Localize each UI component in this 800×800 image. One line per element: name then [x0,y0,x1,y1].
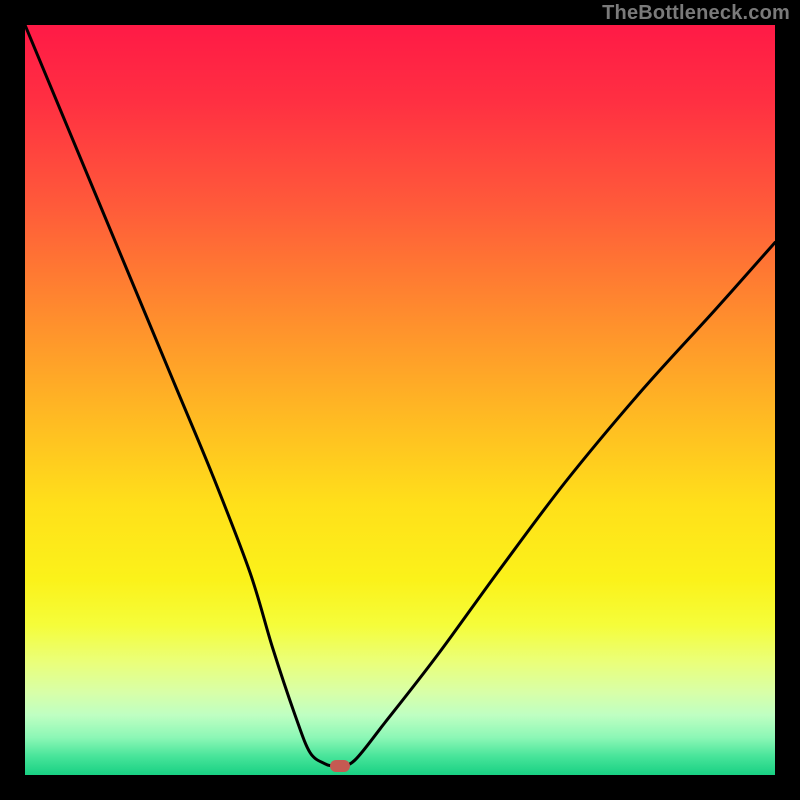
watermark-text: TheBottleneck.com [602,2,790,25]
bottleneck-curve [25,25,775,775]
plot-area [25,25,775,775]
minimum-marker-icon [330,760,350,772]
chart-frame: TheBottleneck.com [0,0,800,800]
